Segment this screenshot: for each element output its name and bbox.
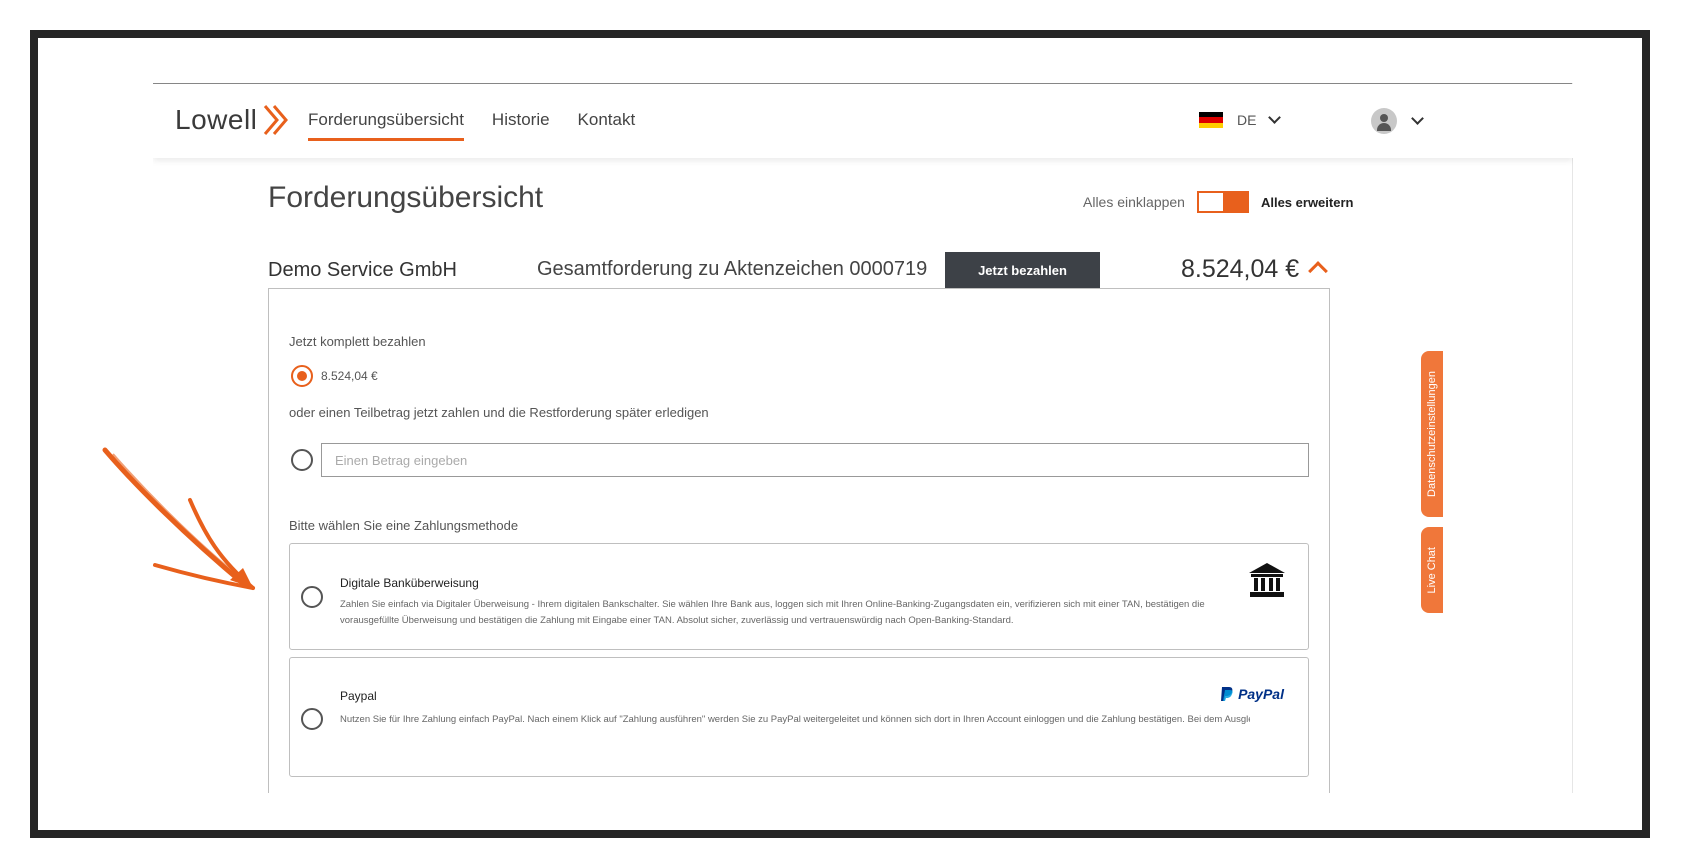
method-title: Digitale Banküberweisung bbox=[340, 576, 479, 590]
logo-text: Lowell bbox=[175, 104, 258, 135]
partial-payment-label: oder einen Teilbetrag jetzt zahlen und d… bbox=[289, 405, 709, 420]
nav-forderungsuebersicht[interactable]: Forderungsübersicht bbox=[308, 110, 464, 141]
method-title: Paypal bbox=[340, 689, 377, 703]
main-nav: Forderungsübersicht Historie Kontakt bbox=[308, 110, 635, 141]
german-flag-icon bbox=[1199, 112, 1223, 128]
paypal-logo: PayPal bbox=[1220, 686, 1284, 702]
lowell-logo[interactable]: Lowell bbox=[175, 102, 297, 138]
screenshot-frame: Lowell Forderungsübersicht Historie Kont… bbox=[30, 30, 1650, 838]
privacy-settings-label: Datenschutzeinstellungen bbox=[1426, 371, 1438, 497]
nav-historie[interactable]: Historie bbox=[492, 110, 550, 141]
user-menu[interactable] bbox=[1371, 108, 1424, 134]
top-navigation: Lowell Forderungsübersicht Historie Kont… bbox=[153, 84, 1573, 158]
payment-panel: Jetzt komplett bezahlen 8.524,04 € oder … bbox=[268, 288, 1330, 793]
expand-toggle-switch[interactable] bbox=[1196, 191, 1249, 213]
language-code: DE bbox=[1237, 112, 1257, 128]
method-bank-transfer[interactable]: Digitale Banküberweisung Zahlen Sie einf… bbox=[289, 543, 1309, 650]
chevron-down-icon bbox=[1411, 112, 1424, 125]
collapse-chevron-icon[interactable] bbox=[1308, 261, 1328, 281]
bank-transfer-radio[interactable] bbox=[301, 586, 323, 608]
chevron-down-icon bbox=[1268, 111, 1282, 124]
full-payment-label: Jetzt komplett bezahlen bbox=[289, 334, 426, 349]
page-title: Forderungsübersicht bbox=[268, 181, 544, 214]
toggle-off-half bbox=[1199, 193, 1223, 211]
user-avatar-icon bbox=[1371, 108, 1397, 134]
bank-icon bbox=[1249, 563, 1285, 597]
toggle-on-half bbox=[1222, 193, 1247, 211]
collapse-all-label[interactable]: Alles einklappen bbox=[1083, 194, 1185, 210]
nav-kontakt[interactable]: Kontakt bbox=[578, 110, 636, 141]
method-description: Zahlen Sie einfach via Digitaler Überwei… bbox=[340, 599, 1205, 626]
language-selector[interactable]: DE bbox=[1199, 111, 1282, 128]
pay-now-button[interactable]: Jetzt bezahlen bbox=[945, 252, 1100, 288]
method-description: Nutzen Sie für Ihre Zahlung einfach PayP… bbox=[340, 714, 1250, 725]
annotation-arrow-icon bbox=[102, 447, 255, 590]
expand-all-label[interactable]: Alles erweitern bbox=[1261, 195, 1354, 210]
total-amount: 8.524,04 € bbox=[1181, 255, 1300, 283]
scrollbar-track bbox=[1572, 83, 1573, 793]
live-chat-label: Live Chat bbox=[1426, 546, 1438, 594]
app-viewport: Lowell Forderungsübersicht Historie Kont… bbox=[153, 83, 1573, 793]
full-payment-radio[interactable] bbox=[291, 365, 313, 387]
full-payment-amount: 8.524,04 € bbox=[321, 369, 378, 383]
live-chat-tab[interactable]: Live Chat bbox=[1421, 527, 1443, 613]
paypal-logo-text: PayPal bbox=[1238, 686, 1284, 702]
paypal-icon bbox=[1221, 687, 1233, 701]
payment-method-prompt: Bitte wählen Sie eine Zahlungsmethode bbox=[289, 518, 519, 533]
method-paypal[interactable]: Paypal Nutzen Sie für Ihre Zahlung einfa… bbox=[289, 657, 1309, 777]
expand-toggle-row: Alles einklappen Alles erweitern bbox=[1083, 191, 1353, 213]
paypal-radio[interactable] bbox=[301, 708, 323, 730]
creditor-name: Demo Service GmbH bbox=[268, 259, 457, 281]
partial-payment-radio[interactable] bbox=[291, 449, 313, 471]
partial-amount-input[interactable] bbox=[321, 443, 1309, 477]
claim-reference: Gesamtforderung zu Aktenzeichen 0000719 bbox=[537, 258, 928, 280]
privacy-settings-tab[interactable]: Datenschutzeinstellungen bbox=[1421, 351, 1443, 517]
logo-chevrons-icon bbox=[264, 105, 289, 135]
